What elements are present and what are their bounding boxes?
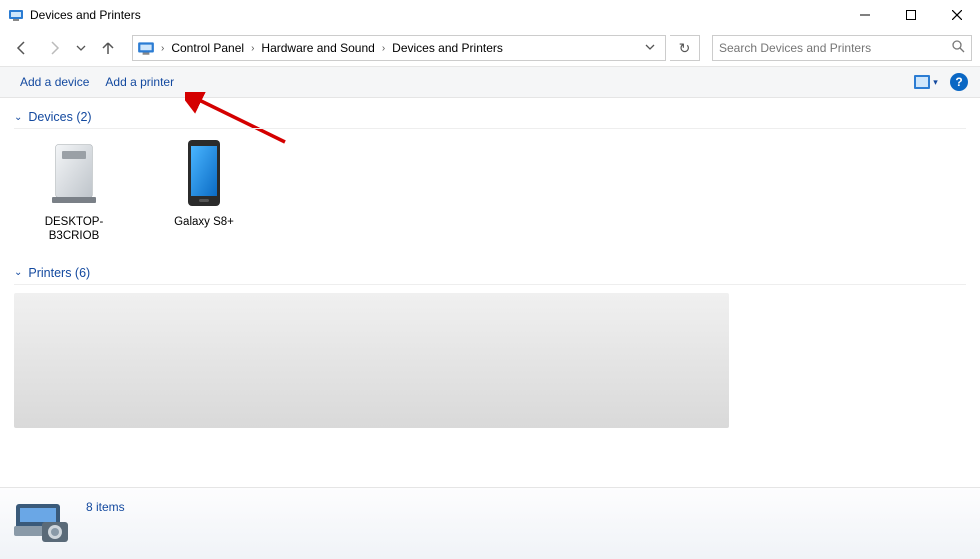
search-box[interactable]	[712, 35, 972, 61]
group-label: Devices (2)	[28, 110, 91, 124]
breadcrumb-hardware-sound[interactable]: Hardware and Sound	[256, 36, 379, 60]
nav-row: › Control Panel › Hardware and Sound › D…	[0, 30, 980, 66]
status-bar: 8 items	[0, 487, 980, 559]
breadcrumb-control-panel[interactable]: Control Panel	[166, 36, 249, 60]
smartphone-icon	[168, 137, 240, 209]
search-input[interactable]	[719, 41, 952, 55]
close-button[interactable]	[934, 0, 980, 30]
title-bar: Devices and Printers	[0, 0, 980, 30]
refresh-button[interactable]: ↻	[670, 35, 700, 61]
device-label: DESKTOP-B3CRIOB	[24, 215, 124, 244]
device-label: Galaxy S8+	[154, 215, 254, 229]
group-header-devices[interactable]: ⌄ Devices (2)	[14, 106, 966, 129]
device-item-phone[interactable]: Galaxy S8+	[154, 137, 254, 244]
window-controls	[842, 0, 980, 30]
address-bar[interactable]: › Control Panel › Hardware and Sound › D…	[132, 35, 666, 61]
group-label: Printers (6)	[28, 266, 90, 280]
content-pane: ⌄ Devices (2) DESKTOP-B3CRIOB	[0, 100, 980, 487]
status-item-count: 8 items	[86, 500, 125, 514]
command-bar: Add a device Add a printer ▾ ?	[0, 66, 980, 98]
view-options-button[interactable]: ▾	[912, 71, 940, 93]
maximize-button[interactable]	[888, 0, 934, 30]
breadcrumb-devices-printers[interactable]: Devices and Printers	[387, 36, 508, 60]
device-item-desktop[interactable]: DESKTOP-B3CRIOB	[24, 137, 124, 244]
chevron-right-icon[interactable]: ›	[249, 43, 256, 54]
back-button[interactable]	[8, 34, 36, 62]
devices-items: DESKTOP-B3CRIOB Galaxy S8+	[14, 137, 966, 262]
add-device-button[interactable]: Add a device	[12, 67, 97, 97]
search-icon[interactable]	[952, 40, 965, 56]
add-printer-button[interactable]: Add a printer	[97, 67, 182, 97]
address-expand-button[interactable]	[639, 42, 661, 55]
location-icon	[137, 39, 155, 57]
help-button[interactable]: ?	[950, 73, 968, 91]
chevron-down-icon: ⌄	[14, 112, 22, 123]
chevron-down-icon: ▾	[933, 77, 938, 88]
group-header-printers[interactable]: ⌄ Printers (6)	[14, 262, 966, 285]
recent-dropdown[interactable]	[72, 34, 90, 62]
devices-printers-icon	[12, 498, 72, 546]
desktop-pc-icon	[38, 137, 110, 209]
minimize-button[interactable]	[842, 0, 888, 30]
chevron-right-icon[interactable]: ›	[159, 43, 166, 54]
chevron-down-icon: ⌄	[14, 267, 22, 278]
printers-redacted-area	[14, 293, 729, 428]
window-title: Devices and Printers	[30, 8, 141, 22]
app-icon	[8, 7, 24, 23]
up-button[interactable]	[94, 34, 122, 62]
forward-button[interactable]	[40, 34, 68, 62]
chevron-right-icon[interactable]: ›	[380, 43, 387, 54]
